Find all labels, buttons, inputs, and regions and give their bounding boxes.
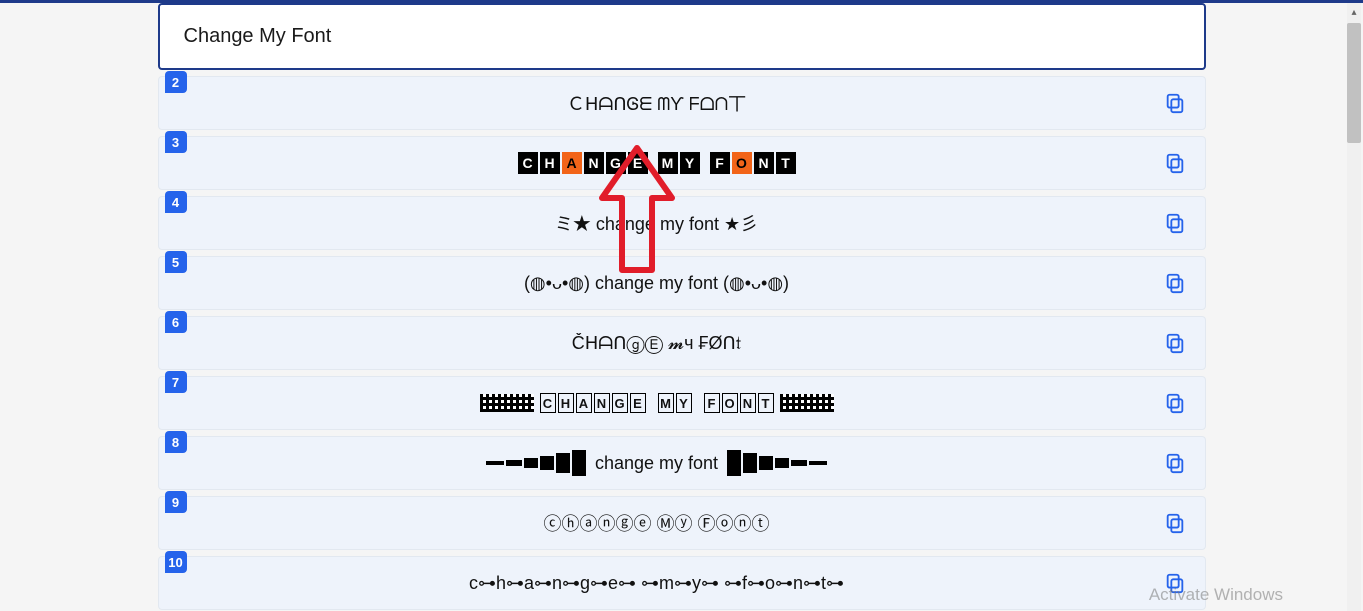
boxed-letter: Y [680,152,700,174]
outlined-letter: N [594,393,610,413]
outlined-letter: F [704,393,720,413]
copy-button[interactable] [1155,143,1195,183]
copy-icon [1164,572,1186,594]
copy-icon [1164,452,1186,474]
row-number-badge: 5 [165,251,187,273]
copy-icon [1164,512,1186,534]
boxed-letter: C [518,152,538,174]
font-text[interactable]: ＣᕼᗩᑎᎶᗴ ᗰƳ ᖴᗝᑎ丅 [159,90,1155,116]
row-number-badge: 4 [165,191,187,213]
font-text[interactable]: c⊶h⊶a⊶n⊶g⊶e⊶ ⊶m⊶y⊶ ⊶f⊶o⊶n⊶t⊶ [159,573,1155,594]
row-number-badge: 7 [165,371,187,393]
scroll-up-arrow-icon[interactable]: ▴ [1347,5,1361,19]
font-row: 2 ＣᕼᗩᑎᎶᗴ ᗰƳ ᖴᗝᑎ丅 [158,76,1206,130]
font-row: 8 change my font [158,436,1206,490]
boxed-letter: F [710,152,730,174]
outlined-letter: O [722,393,738,413]
copy-button[interactable] [1155,383,1195,423]
font-row: 4 ミ★ change my font ★彡 [158,196,1206,250]
row-number-badge: 6 [165,311,187,333]
outlined-letter: H [558,393,574,413]
font-row: 3 CHANGEMYFONT [158,136,1206,190]
outlined-letter: M [658,393,674,413]
outlined-letter: N [740,393,756,413]
outlined-letter: A [576,393,592,413]
font-row: 10 c⊶h⊶a⊶n⊶g⊶e⊶ ⊶m⊶y⊶ ⊶f⊶o⊶n⊶t⊶ [158,556,1206,610]
main-container: 2 ＣᕼᗩᑎᎶᗴ ᗰƳ ᖴᗝᑎ丅 3 CHANGEMYFONT 4 ミ★ cha… [158,3,1206,610]
font-text[interactable]: ミ★ change my font ★彡 [159,210,1155,236]
copy-button[interactable] [1155,263,1195,303]
boxed-letter: M [658,152,678,174]
copy-icon [1164,92,1186,114]
copy-button[interactable] [1155,323,1195,363]
row-number-badge: 10 [165,551,187,573]
font-row: 7 CHANGEMYFONT [158,376,1206,430]
copy-icon [1164,332,1186,354]
font-text[interactable]: ČᕼᗩᑎⓖⒺ 𝓶ч ₣Øᑎ𝔱 [159,333,1155,354]
boxed-letter: N [584,152,604,174]
font-row: 5 (◍•ᴗ•◍) change my font (◍•ᴗ•◍) [158,256,1206,310]
copy-button[interactable] [1155,203,1195,243]
copy-icon [1164,272,1186,294]
input-box[interactable] [158,3,1206,70]
copy-button[interactable] [1155,503,1195,543]
outlined-letter: G [612,393,628,413]
copy-icon [1164,392,1186,414]
copy-icon [1164,152,1186,174]
outlined-letter: C [540,393,556,413]
row-number-badge: 8 [165,431,187,453]
boxed-letter: G [606,152,626,174]
boxed-letter: O [732,152,752,174]
row-number-badge: 9 [165,491,187,513]
row-number-badge: 2 [165,71,187,93]
font-row: 6 ČᕼᗩᑎⓖⒺ 𝓶ч ₣Øᑎ𝔱 [158,316,1206,370]
copy-button[interactable] [1155,443,1195,483]
scrollbar-thumb[interactable] [1347,23,1361,143]
copy-icon [1164,212,1186,234]
boxed-letter: T [776,152,796,174]
boxed-letter: A [562,152,582,174]
font-text[interactable]: (◍•ᴗ•◍) change my font (◍•ᴗ•◍) [159,273,1155,294]
outlined-letter: T [758,393,774,413]
font-text-inner: change my font [595,453,718,474]
font-text[interactable]: CHANGEMYFONT [159,152,1155,174]
copy-button[interactable] [1155,83,1195,123]
font-text[interactable]: ⓒⓗⓐⓝⓖⓔ Ⓜⓨ Ⓕⓞⓝⓣ [159,510,1155,536]
boxed-letter: N [754,152,774,174]
font-text[interactable]: CHANGEMYFONT [159,393,1155,413]
outlined-letter: E [630,393,646,413]
outlined-letter: Y [676,393,692,413]
boxed-letter: E [628,152,648,174]
boxed-letter: H [540,152,560,174]
copy-button[interactable] [1155,563,1195,603]
font-row: 9 ⓒⓗⓐⓝⓖⓔ Ⓜⓨ Ⓕⓞⓝⓣ [158,496,1206,550]
font-input[interactable] [184,25,1180,48]
row-number-badge: 3 [165,131,187,153]
font-text[interactable]: change my font [159,450,1155,476]
